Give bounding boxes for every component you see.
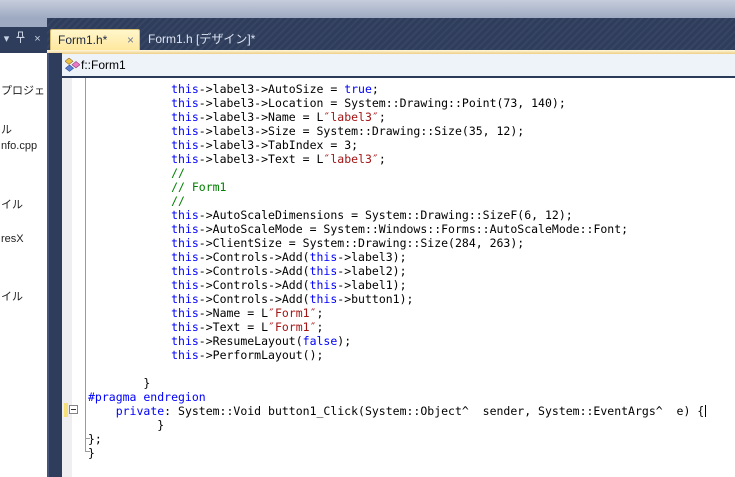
code-line[interactable]: // bbox=[88, 194, 706, 208]
code-editor[interactable]: this->label3->AutoSize = true; this->lab… bbox=[62, 78, 735, 477]
code-line[interactable]: private: System::Void button1_Click(Syst… bbox=[88, 404, 706, 418]
tab-close-icon[interactable]: × bbox=[127, 30, 134, 51]
code-line[interactable]: this->AutoScaleDimensions = System::Draw… bbox=[88, 208, 706, 222]
code-line[interactable]: this->Controls->Add(this->label1); bbox=[88, 278, 706, 292]
code-line[interactable]: this->label3->AutoSize = true; bbox=[88, 82, 706, 96]
code-line[interactable]: this->label3->Size = System::Drawing::Si… bbox=[88, 124, 706, 138]
navigation-bar[interactable]: f::Form1 bbox=[62, 54, 735, 78]
window-position-menu-icon[interactable]: ▾ bbox=[0, 32, 13, 47]
code-line[interactable]: this->AutoScaleMode = System::Windows::F… bbox=[88, 222, 706, 236]
code-content[interactable]: this->label3->AutoSize = true; this->lab… bbox=[88, 82, 706, 460]
tree-item-label[interactable]: ル bbox=[1, 121, 12, 137]
pin-icon[interactable] bbox=[14, 31, 27, 46]
code-line[interactable]: // bbox=[88, 166, 706, 180]
code-line[interactable]: this->label3->Location = System::Drawing… bbox=[88, 96, 706, 110]
tool-window-titlebar: ▾ × bbox=[0, 27, 47, 53]
tree-item-label[interactable]: nfo.cpp bbox=[1, 140, 37, 152]
code-line[interactable]: }; bbox=[88, 432, 706, 446]
tree-item-label[interactable]: イル bbox=[1, 288, 23, 304]
tree-item-label[interactable]: イル bbox=[1, 196, 23, 212]
code-line[interactable]: this->Controls->Add(this->button1); bbox=[88, 292, 706, 306]
class-icon bbox=[65, 58, 80, 73]
tree-item-label[interactable]: プロジェ bbox=[1, 82, 45, 98]
window-top-band bbox=[0, 0, 735, 18]
pin-icon-glyph bbox=[15, 31, 26, 44]
tab-form1-h-design[interactable]: Form1.h [デザイン]* bbox=[140, 29, 300, 50]
code-line[interactable]: this->ClientSize = System::Drawing::Size… bbox=[88, 236, 706, 250]
window-top-band-left bbox=[0, 18, 47, 27]
code-line[interactable]: this->Controls->Add(this->label2); bbox=[88, 264, 706, 278]
solution-explorer-panel: プロジェ ル nfo.cpp イル resX イル bbox=[0, 53, 47, 477]
navigation-scope-dropdown[interactable]: f::Form1 bbox=[81, 54, 126, 76]
outlining-guide bbox=[85, 78, 86, 452]
text-caret bbox=[705, 405, 706, 417]
code-line[interactable]: this->label3->TabIndex = 3; bbox=[88, 138, 706, 152]
close-icon[interactable]: × bbox=[31, 32, 44, 47]
tab-label: Form1.h [デザイン]* bbox=[148, 32, 255, 46]
code-line[interactable]: this->Name = L″Form1″; bbox=[88, 306, 706, 320]
tab-form1-h[interactable]: Form1.h* × bbox=[50, 29, 140, 50]
code-line[interactable]: this->label3->Text = L″label3″; bbox=[88, 152, 706, 166]
code-line[interactable]: this->Text = L″Form1″; bbox=[88, 320, 706, 334]
code-line[interactable]: this->PerformLayout(); bbox=[88, 348, 706, 362]
code-line[interactable]: } bbox=[88, 418, 706, 432]
fold-collapse-icon[interactable] bbox=[69, 405, 78, 414]
code-line[interactable]: } bbox=[88, 376, 706, 390]
change-tracking-bar bbox=[64, 403, 68, 417]
code-line[interactable]: } bbox=[88, 446, 706, 460]
code-line[interactable]: this->Controls->Add(this->label3); bbox=[88, 250, 706, 264]
dock-splitter[interactable] bbox=[47, 53, 62, 477]
code-line[interactable]: // Form1 bbox=[88, 180, 706, 194]
code-line[interactable]: #pragma endregion bbox=[88, 390, 706, 404]
code-line[interactable] bbox=[88, 362, 706, 376]
code-line[interactable]: this->label3->Name = L″label3″; bbox=[88, 110, 706, 124]
tree-item-label[interactable]: resX bbox=[1, 233, 24, 245]
tab-label: Form1.h* bbox=[58, 33, 107, 47]
vs-ide-window: ▾ × Form1.h* × Form1.h [デザイン]* f::Form1 bbox=[0, 0, 735, 477]
code-line[interactable]: this->ResumeLayout(false); bbox=[88, 334, 706, 348]
indicator-margin bbox=[62, 78, 72, 477]
